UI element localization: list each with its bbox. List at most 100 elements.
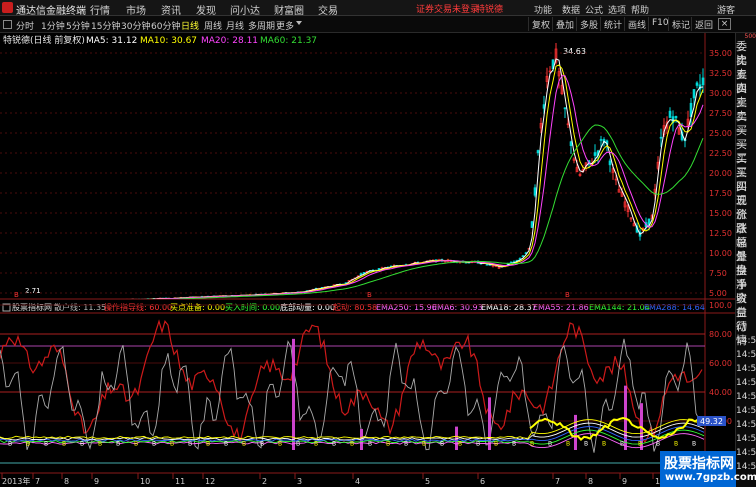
indicator-tick-label: 40.00 [709, 388, 732, 397]
panel-field-label: 卖一 [736, 110, 747, 137]
period-tab-monthly[interactable]: 月线 [226, 19, 244, 32]
period-tab-weekly[interactable]: 周线 [204, 19, 222, 32]
date-label: 8 [588, 477, 593, 486]
bottom-marker: B [565, 291, 570, 299]
low-price-label: 2.71 [25, 287, 41, 295]
indicator-tick-label: 60.00 [709, 359, 732, 368]
bottom-marker: B [367, 291, 372, 299]
menu-item-wealth[interactable]: 财富圈 [274, 2, 304, 17]
chart-stock-title: 特锐德(日线 前复权) [3, 34, 85, 46]
toolbar-button-draw[interactable]: 画线 [624, 17, 649, 31]
ma20-label: MA20: 28.11 [201, 36, 258, 46]
panel-field-label: 外盘 [736, 250, 747, 277]
trading-terminal-window: 通达信金融终端 行情 市场 资讯 发现 问小达 财富圈 交易 证券交易未登录 特… [0, 0, 756, 487]
date-label: 12 [205, 477, 215, 486]
period-tab-60min[interactable]: 60分钟 [151, 19, 180, 32]
panel-field-label: 14:50 [736, 448, 756, 458]
kline-body [674, 116, 678, 119]
toolbar-button-multistock[interactable]: 多股 [576, 17, 601, 31]
period-tab-15min[interactable]: 15分钟 [91, 19, 120, 32]
indicator-ema6: EMA6: 30.93 [432, 303, 483, 312]
date-label: 2 [262, 477, 267, 486]
menu-item-options[interactable]: 选项 [608, 3, 626, 16]
bottom-marker: B [620, 440, 624, 447]
app-title: 通达信金融终端 [16, 6, 86, 17]
price-tick-label: 35.00 [709, 49, 732, 58]
indicator-name: 股票指标网 [12, 302, 52, 312]
bottom-marker: B [368, 440, 372, 447]
period-tab-multi[interactable]: 多周期 [248, 19, 275, 32]
indicator-buy-time: 买入时间: 0.00 [225, 302, 280, 312]
toolbar-button-mark[interactable]: 标记 [668, 17, 693, 31]
price-tick-label: 25.00 [709, 129, 732, 138]
layout-toggle-icon[interactable] [3, 20, 12, 29]
price-tick-label: 7.50 [709, 269, 727, 278]
bottom-marker: B [26, 440, 30, 447]
menu-item-function[interactable]: 功能 [534, 3, 552, 16]
close-icon[interactable]: × [718, 18, 731, 30]
panel-field-label: 14:50 [736, 392, 756, 402]
menu-item-trade[interactable]: 交易 [318, 2, 338, 17]
menu-item-data[interactable]: 数据 [562, 3, 580, 16]
price-tick-label: 20.00 [709, 169, 732, 178]
bottom-marker: B [8, 440, 12, 447]
toolbar-button-overlay[interactable]: 叠加 [552, 17, 577, 31]
toolbar-button-adjust[interactable]: 复权 [528, 17, 553, 31]
bottom-marker: B [656, 440, 660, 447]
kline-chart-area[interactable]: 特锐德(日线 前复权) MA5: 31.12 MA10: 30.67 MA20:… [0, 33, 735, 487]
panel-field-label: 卖二 [736, 96, 747, 123]
bottom-marker: B [14, 291, 19, 299]
indicator-guide-line: 操作指导线: 60.00 [104, 302, 172, 312]
menu-item-formula[interactable]: 公式 [585, 3, 603, 16]
date-label: 10 [140, 477, 150, 486]
panel-field-label: 卖五 [736, 54, 747, 81]
panel-field-label: 14:50 [736, 378, 756, 388]
date-label: 8 [64, 477, 69, 486]
kline-body [563, 107, 567, 110]
menu-item-discover[interactable]: 发现 [196, 2, 216, 17]
bottom-marker: B [98, 440, 102, 447]
period-tab-daily[interactable]: 日线 [181, 19, 199, 32]
indicator-bottom-momentum: 底部动量: 0.00 [280, 302, 335, 312]
kline-body [536, 150, 540, 154]
bottom-marker: B [116, 440, 120, 447]
chevron-down-icon[interactable] [296, 21, 302, 25]
date-label: 2013年 [2, 476, 30, 486]
date-label: 7 [35, 477, 40, 486]
menu-item-market[interactable]: 市场 [126, 2, 146, 17]
bottom-marker: B [206, 440, 210, 447]
period-tab-5min[interactable]: 5分钟 [66, 19, 90, 32]
period-tab-30min[interactable]: 30分钟 [121, 19, 150, 32]
bottom-marker: B [170, 440, 174, 447]
bottom-marker: B [638, 440, 642, 447]
panel-field-label: 14:50 [736, 350, 756, 360]
kline-body [701, 77, 705, 86]
current-value-label: 49.32 [700, 417, 723, 426]
menu-item-quotes[interactable]: 行情 [90, 2, 110, 17]
menu-item-news[interactable]: 资讯 [161, 2, 181, 17]
bottom-marker: B [566, 440, 570, 447]
kline-body [599, 139, 603, 141]
toolbar-button-back[interactable]: 返回 [691, 17, 716, 31]
login-status[interactable]: 证券交易未登录 [416, 2, 479, 15]
price-tick-label: 12.50 [709, 229, 732, 238]
toolbar-button-stats[interactable]: 统计 [600, 17, 625, 31]
user-label[interactable]: 游客 [717, 3, 735, 16]
menu-item-help[interactable]: 帮助 [631, 3, 649, 16]
indicator-start: 起动: 80.58 [333, 302, 377, 312]
bottom-marker: B [548, 440, 552, 447]
bottom-marker: B [512, 440, 516, 447]
panel-field-label: 买五 [736, 180, 747, 207]
bottom-marker: B [44, 440, 48, 447]
bottom-marker: B [602, 440, 606, 447]
bottom-marker: B [350, 440, 354, 447]
date-label: 6 [480, 477, 485, 486]
indicator-tick-label: 80.00 [709, 330, 732, 339]
panel-field-label: 委比 [736, 40, 747, 67]
period-tab-1min[interactable]: 1分钟 [41, 19, 65, 32]
menu-item-ask[interactable]: 问小达 [230, 2, 260, 17]
date-label: 9 [94, 477, 99, 486]
period-tab-more[interactable]: 更多 [276, 19, 294, 32]
period-tab-intraday[interactable]: 分时 [16, 19, 34, 32]
peak-price-label: 34.63 [563, 47, 586, 56]
